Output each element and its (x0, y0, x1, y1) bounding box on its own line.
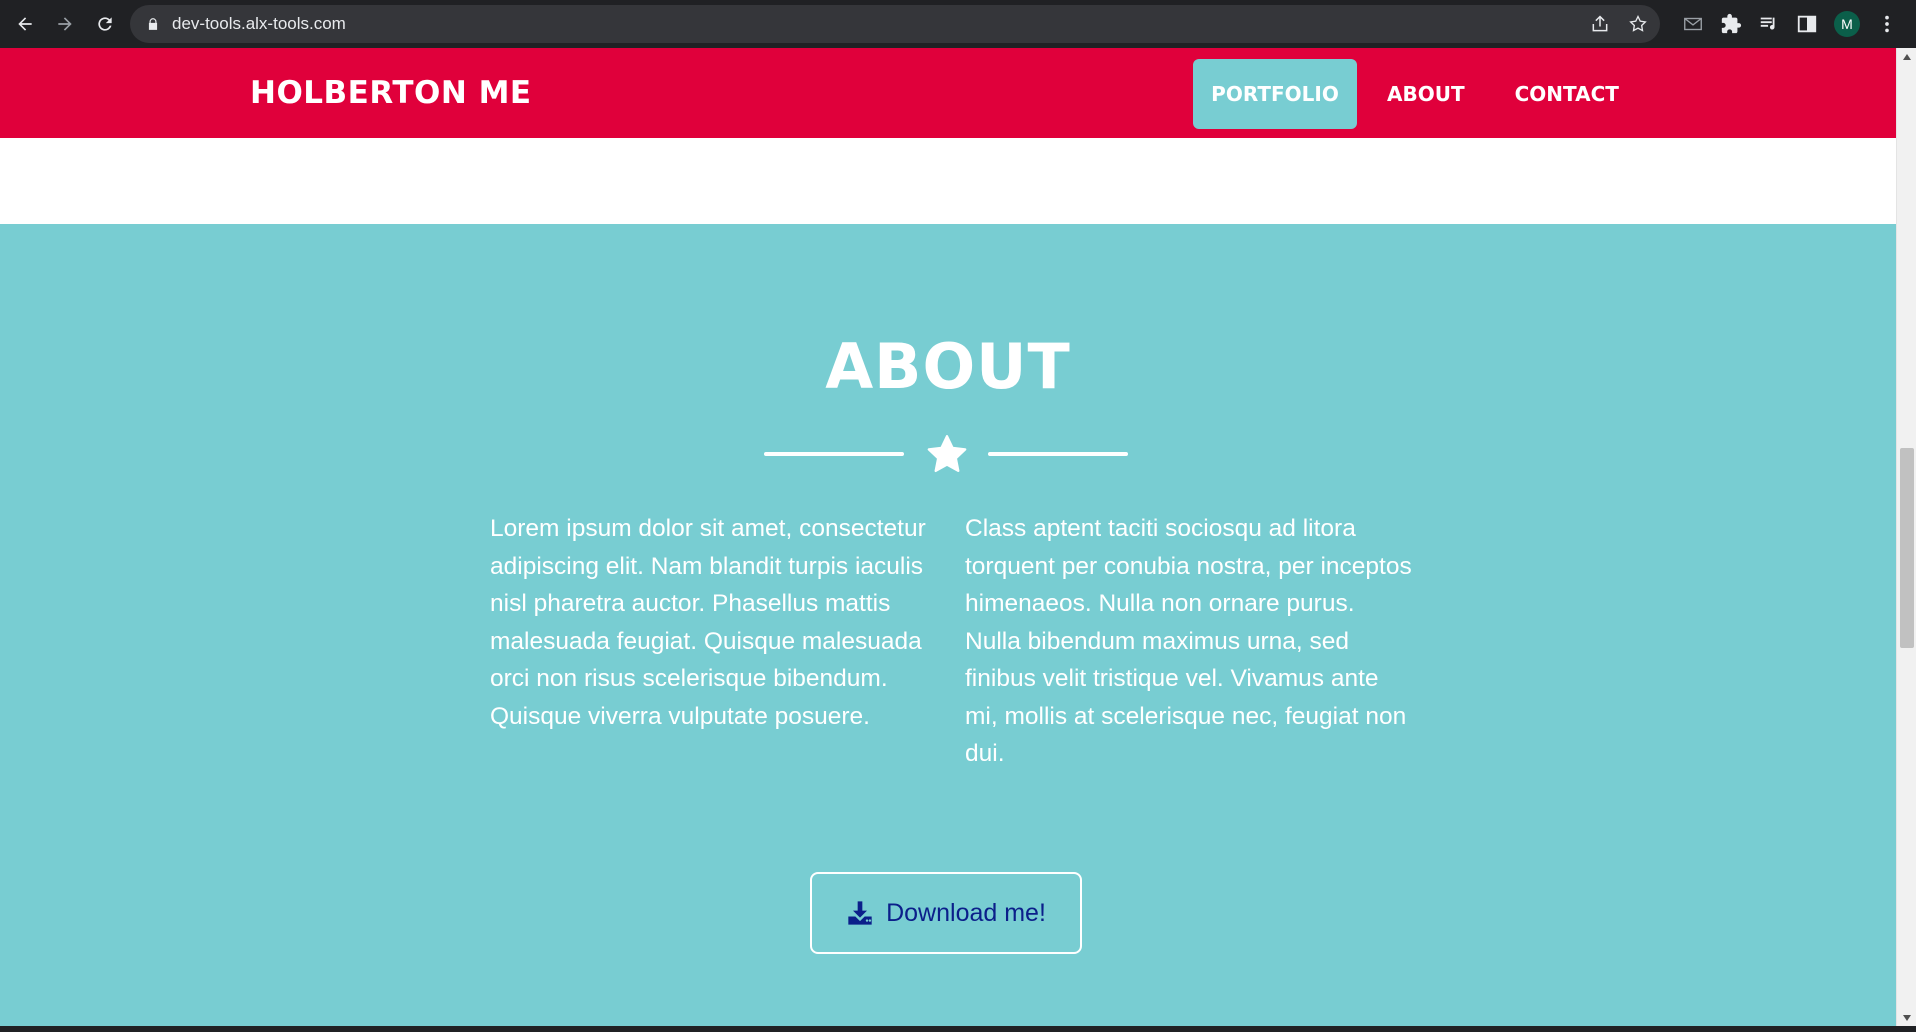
back-button[interactable] (8, 7, 42, 41)
share-icon[interactable] (1590, 14, 1610, 34)
scrollbar-thumb[interactable] (1900, 448, 1914, 648)
page-scrollbar[interactable] (1896, 48, 1916, 1026)
download-button-label: Download me! (886, 898, 1046, 927)
arrow-right-icon (58, 17, 72, 31)
about-heading: ABOUT (825, 330, 1071, 403)
scroll-down-arrow-icon[interactable] (1897, 1009, 1916, 1026)
browser-toolbar: dev-tools.alx-tools.com M (0, 0, 1916, 48)
about-section: ABOUT Lorem ipsum dolor sit amet, consec… (0, 224, 1896, 1026)
download-icon (848, 901, 872, 925)
reload-button[interactable] (88, 7, 122, 41)
reading-list-icon[interactable] (1758, 13, 1780, 35)
side-panel-icon[interactable] (1796, 13, 1818, 35)
mail-extension-icon[interactable] (1682, 13, 1704, 35)
site-navbar: HOLBERTON ME PORTFOLIO ABOUT CONTACT (0, 48, 1896, 138)
page-viewport: HOLBERTON ME PORTFOLIO ABOUT CONTACT ABO… (0, 48, 1896, 1026)
nav-links: PORTFOLIO ABOUT CONTACT (1193, 59, 1639, 129)
url-text: dev-tools.alx-tools.com (172, 14, 346, 33)
scroll-up-arrow-icon[interactable] (1897, 48, 1916, 65)
download-button[interactable]: Download me! (810, 872, 1082, 954)
bookmark-star-icon[interactable] (1628, 14, 1648, 34)
extensions-puzzle-icon[interactable] (1720, 13, 1742, 35)
arrow-left-icon (18, 17, 32, 31)
star-icon (927, 435, 967, 473)
nav-portfolio-link[interactable]: PORTFOLIO (1193, 59, 1357, 129)
address-bar[interactable]: dev-tools.alx-tools.com (130, 5, 1660, 43)
reload-icon (98, 17, 112, 31)
lock-icon (146, 17, 160, 31)
nav-contact-link[interactable]: CONTACT (1495, 59, 1639, 129)
divider-line-left (764, 452, 904, 456)
more-menu-icon[interactable] (1876, 13, 1898, 35)
divider-line-right (988, 452, 1128, 456)
forward-button[interactable] (48, 7, 82, 41)
window-bottom-edge (0, 1026, 1916, 1032)
site-brand[interactable]: HOLBERTON ME (250, 48, 532, 138)
star-divider (764, 430, 1128, 480)
about-paragraph-right: Class aptent taciti sociosqu ad litora t… (965, 515, 1412, 767)
about-paragraph-left: Lorem ipsum dolor sit amet, consectetur … (490, 515, 926, 730)
nav-about-link[interactable]: ABOUT (1367, 59, 1485, 129)
profile-avatar[interactable]: M (1834, 11, 1860, 37)
